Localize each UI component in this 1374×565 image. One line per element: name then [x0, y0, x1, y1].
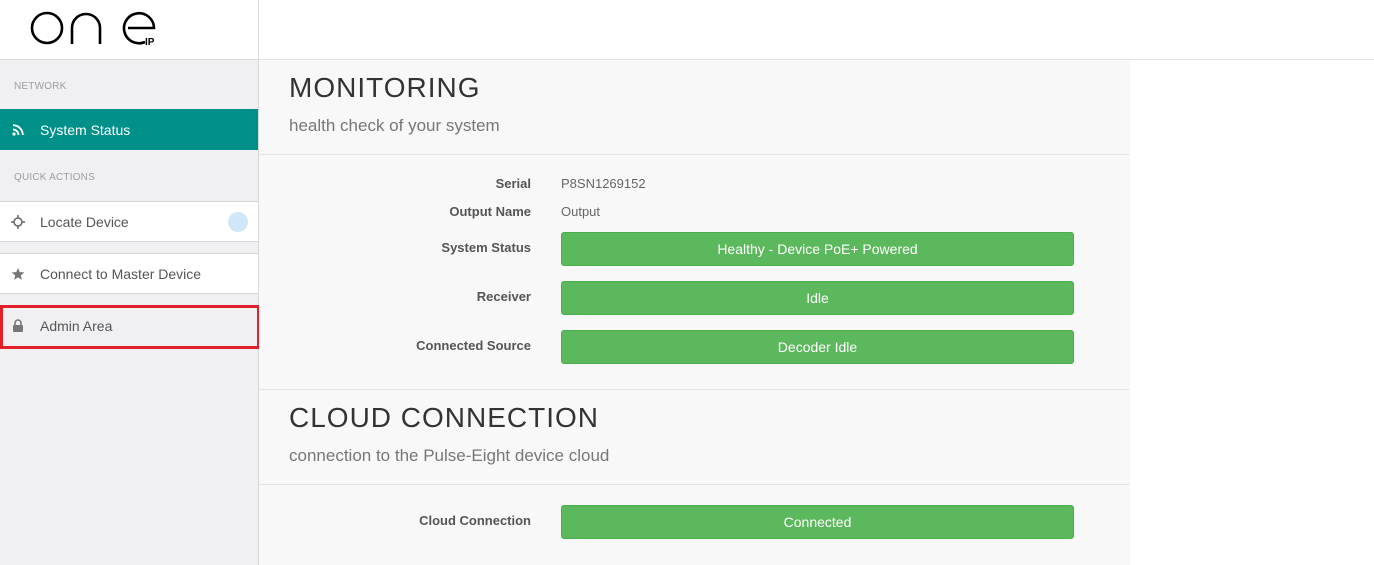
admin-area-highlight-box: [0, 305, 260, 349]
output-name-label: Output Name: [449, 204, 531, 219]
top-bar: [259, 0, 1374, 60]
connected-source-badge: Decoder Idle: [561, 330, 1074, 364]
right-blank-area: [1130, 60, 1374, 565]
locate-indicator-dot: [228, 212, 248, 232]
sidebar-item-system-status[interactable]: System Status: [0, 109, 258, 150]
connected-source-label: Connected Source: [416, 338, 531, 353]
monitoring-subtitle: health check of your system: [289, 116, 500, 135]
cloud-connection-title: CLOUD CONNECTION: [289, 402, 600, 433]
divider: [259, 389, 1130, 390]
rss-icon: [0, 123, 40, 136]
serial-label: Serial: [495, 176, 531, 191]
receiver-badge: Idle: [561, 281, 1074, 315]
sidebar-item-label: Locate Device: [40, 213, 129, 230]
sidebar-item-locate-device[interactable]: Locate Device: [0, 201, 258, 242]
one-ip-logo: IP: [30, 11, 156, 48]
monitoring-title: MONITORING: [289, 72, 481, 103]
divider: [259, 484, 1130, 485]
cloud-connection-badge: Connected: [561, 505, 1074, 539]
logo-sub-text: IP: [145, 37, 155, 48]
sidebar-item-label: System Status: [40, 121, 131, 138]
sidebar-item-connect-master[interactable]: Connect to Master Device: [0, 253, 258, 294]
serial-value: P8SN1269152: [561, 176, 646, 191]
cloud-connection-subtitle: connection to the Pulse-Eight device clo…: [289, 446, 610, 465]
star-icon: [0, 267, 40, 281]
section-label-quick-actions: QUICK ACTIONS: [14, 172, 95, 183]
output-name-value: Output: [561, 204, 601, 219]
section-label-network: NETWORK: [14, 81, 67, 92]
crosshair-icon: [0, 214, 40, 229]
system-status-badge: Healthy - Device PoE+ Powered: [561, 232, 1074, 266]
main-content: MONITORING health check of your system S…: [259, 60, 1130, 565]
divider: [259, 154, 1130, 155]
system-status-label: System Status: [441, 240, 531, 255]
receiver-label: Receiver: [476, 289, 531, 304]
cloud-connection-label: Cloud Connection: [419, 513, 531, 528]
logo[interactable]: IP: [0, 0, 258, 60]
sidebar: IP NETWORK System Status QUICK ACTIONS L…: [0, 0, 259, 565]
sidebar-item-label: Connect to Master Device: [40, 265, 202, 282]
